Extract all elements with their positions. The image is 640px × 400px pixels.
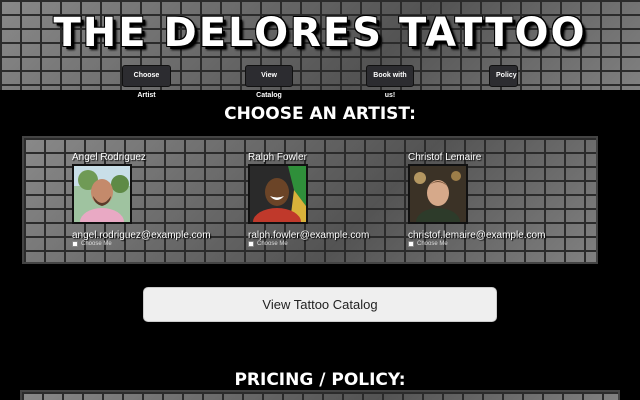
artist-name: Angel Rodriguez — [72, 152, 146, 163]
nav-choose-artist-button[interactable]: Choose Artist — [122, 65, 171, 99]
choose-label[interactable]: Choose Me — [81, 241, 112, 247]
artist-panel: Angel Rodriguez angel.rodriguez@example.… — [22, 136, 598, 264]
choose-radio[interactable] — [408, 241, 414, 247]
artist-email: ralph.fowler@example.com — [248, 230, 370, 241]
choose-artist-heading: CHOOSE AN ARTIST: — [224, 104, 416, 124]
artist-photo[interactable] — [408, 164, 468, 224]
choose-label[interactable]: Choose Me — [417, 241, 448, 247]
artist-name: Ralph Fowler — [248, 152, 307, 163]
artist-card-angel: Angel Rodriguez angel.rodriguez@example.… — [72, 152, 232, 247]
nav-policy-button[interactable]: Policy — [489, 65, 518, 87]
artist-card-christof: Christof Lemaire christof.lemaire@exampl… — [408, 152, 568, 247]
site-title: THE DELORES TATTOO — [53, 10, 587, 56]
choose-label[interactable]: Choose Me — [257, 241, 288, 247]
choose-row: Choose Me — [72, 241, 232, 247]
choose-radio[interactable] — [72, 241, 78, 247]
artist-email: christof.lemaire@example.com — [408, 230, 546, 241]
nav-book-button[interactable]: Book with us! — [366, 65, 414, 99]
site-header: THE DELORES TATTOO Choose Artist View Ca… — [0, 0, 640, 99]
view-catalog-button[interactable]: View Tattoo Catalog — [143, 287, 497, 322]
choose-row: Choose Me — [248, 241, 408, 247]
artist-email: angel.rodriguez@example.com — [72, 230, 211, 241]
nav-view-catalog-button[interactable]: View Catalog — [245, 65, 293, 99]
pricing-policy-heading: PRICING / POLICY: — [234, 370, 406, 390]
choose-radio[interactable] — [248, 241, 254, 247]
artist-photo[interactable] — [72, 164, 132, 224]
artist-card-ralph: Ralph Fowler ralph.fowler@example.com Ch… — [248, 152, 408, 247]
policy-panel — [20, 390, 620, 400]
choose-row: Choose Me — [408, 241, 568, 247]
artist-name: Christof Lemaire — [408, 152, 482, 163]
artist-photo[interactable] — [248, 164, 308, 224]
